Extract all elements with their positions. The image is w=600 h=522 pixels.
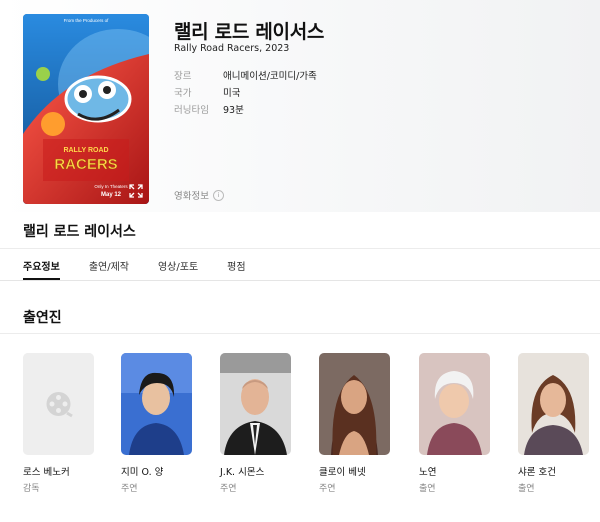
section-movie-name: 랠리 로드 레이서스: [23, 224, 136, 240]
cast-item[interactable]: J.K. 시몬스 주연: [220, 353, 291, 494]
meta-value: 93분: [223, 104, 244, 116]
meta-row-country: 국가 미국: [174, 83, 317, 100]
cast-name: 샤론 호건: [518, 467, 556, 478]
poster-artwork: From the Producers of RALLY ROAD RACERS …: [23, 14, 149, 204]
meta-row-genre: 장르 애니메이션/코미디/가족: [174, 66, 317, 83]
cast-role: 출연: [419, 484, 436, 494]
hero-section: From the Producers of RALLY ROAD RACERS …: [0, 0, 600, 212]
poster-logo-line1: RALLY ROAD: [63, 147, 108, 154]
movie-detail-page: From the Producers of RALLY ROAD RACERS …: [0, 0, 600, 522]
poster-date-line1: Only In Theaters: [94, 184, 128, 189]
tab-main-info[interactable]: 주요정보: [23, 256, 60, 280]
film-reel-icon: [23, 353, 94, 455]
movie-meta: 장르 애니메이션/코미디/가족 국가 미국 러닝타임 93분: [174, 66, 317, 117]
movie-info-label: 영화정보: [174, 191, 209, 202]
cast-name: J.K. 시몬스: [220, 467, 265, 478]
cast-section-title: 출연진: [23, 310, 62, 326]
movie-subtitle: Rally Road Racers, 2023: [174, 43, 290, 54]
cast-role: 주연: [319, 484, 336, 494]
cast-photo-placeholder: [23, 353, 94, 455]
tab-bar: 주요정보 출연/제작 영상/포토 평점: [23, 256, 275, 280]
cast-photo: [419, 353, 490, 455]
cast-item[interactable]: 샤론 호건 출연: [518, 353, 589, 494]
cast-role: 주연: [220, 484, 237, 494]
info-icon: i: [212, 189, 224, 201]
cast-role: 출연: [518, 484, 535, 494]
expand-icon[interactable]: [129, 184, 143, 198]
cast-item[interactable]: 지미 O. 양 주연: [121, 353, 192, 494]
meta-row-runtime: 러닝타임 93분: [174, 100, 317, 117]
divider: [0, 333, 600, 334]
meta-label: 러닝타임: [174, 104, 209, 116]
cast-photo: [121, 353, 192, 455]
tab-video-photo[interactable]: 영상/포토: [158, 256, 198, 280]
meta-value: 미국: [223, 87, 241, 99]
cast-role: 감독: [23, 484, 40, 494]
cast-name: 노연: [419, 467, 437, 478]
cast-list: 로스 베노커 감독 지미 O. 양 주연 J.K. 시몬스 주연 클로이 베넷 …: [0, 353, 600, 503]
movie-poster[interactable]: From the Producers of RALLY ROAD RACERS …: [23, 14, 149, 204]
tab-cast-crew[interactable]: 출연/제작: [89, 256, 129, 280]
divider: [0, 248, 600, 249]
cast-name: 지미 O. 양: [121, 467, 164, 478]
tab-ratings[interactable]: 평점: [227, 256, 245, 280]
meta-label: 장르: [174, 70, 192, 82]
poster-logo-line2: RACERS: [54, 156, 117, 173]
cast-name: 로스 베노커: [23, 467, 70, 478]
poster-top-text: From the Producers of: [64, 18, 110, 23]
page-title: 랠리 로드 레이서스: [174, 21, 325, 43]
divider: [0, 280, 600, 281]
cast-photo: [220, 353, 291, 455]
meta-value: 애니메이션/코미디/가족: [223, 70, 317, 82]
cast-photo: [319, 353, 390, 455]
cast-photo: [518, 353, 589, 455]
cast-item[interactable]: 클로이 베넷 주연: [319, 353, 390, 494]
cast-name: 클로이 베넷: [319, 467, 366, 478]
movie-info-link[interactable]: 영화정보 i: [174, 188, 224, 202]
poster-date-line2: May 12: [101, 192, 122, 198]
meta-label: 국가: [174, 87, 192, 99]
cast-role: 주연: [121, 484, 138, 494]
cast-item[interactable]: 로스 베노커 감독: [23, 353, 94, 494]
cast-item[interactable]: 노연 출연: [419, 353, 490, 494]
